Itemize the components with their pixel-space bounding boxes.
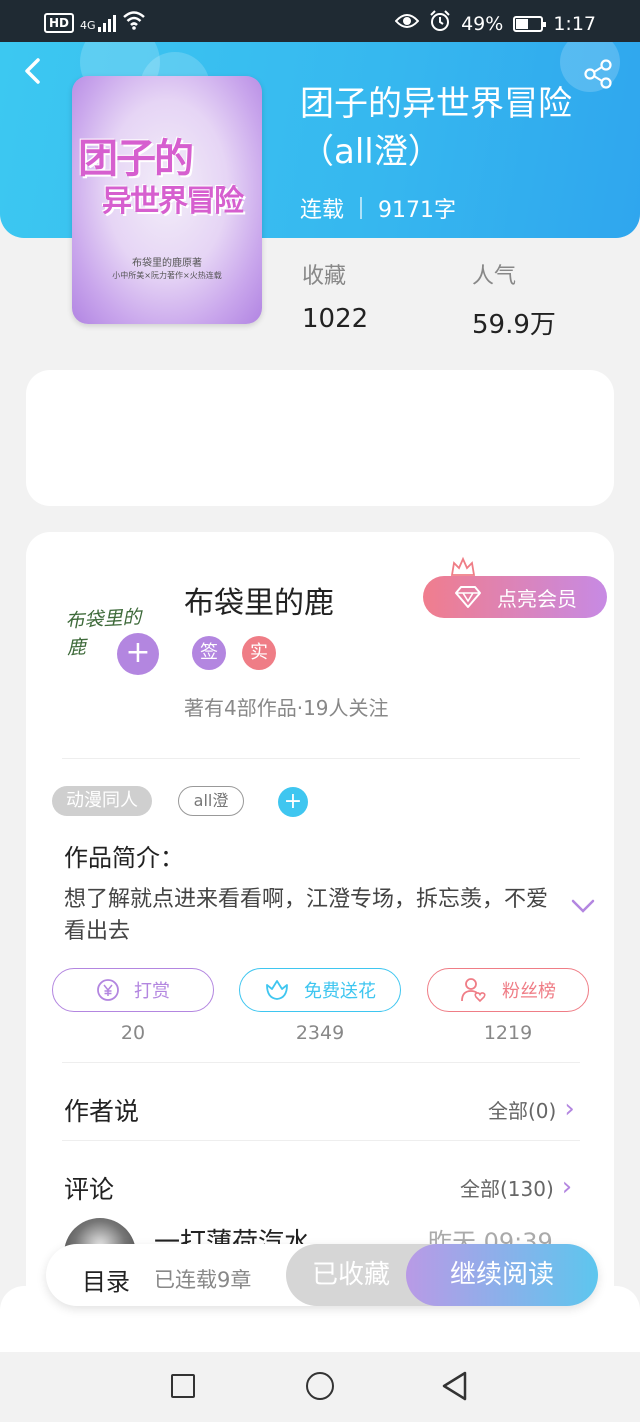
comments-label: 评论 bbox=[64, 1175, 115, 1204]
fan-count: 1219 bbox=[483, 1022, 533, 1044]
back-triangle-icon[interactable] bbox=[440, 1370, 470, 1402]
fan-ranking-button[interactable]: 粉丝榜 bbox=[427, 968, 589, 1012]
intro-text: 想了解就点进来看看啊，江澄专场，拆忘羡，不爱看出去 bbox=[64, 887, 549, 944]
book-meta: 连载 9171字 bbox=[300, 192, 456, 224]
flower-count: 2349 bbox=[295, 1022, 345, 1044]
vip-button-label: 点亮会员 bbox=[497, 586, 577, 611]
signal-icon: 4G bbox=[80, 14, 116, 32]
expand-intro-icon[interactable] bbox=[570, 898, 596, 914]
send-flower-button[interactable]: 免费送花 bbox=[239, 968, 401, 1012]
status-bar: HD 4G 49% 1:17 bbox=[0, 0, 640, 42]
popularity-value: 59.9万 bbox=[472, 310, 556, 340]
popularity-label: 人气 bbox=[472, 264, 517, 289]
favorites-label: 收藏 bbox=[302, 264, 347, 289]
recent-apps-icon[interactable] bbox=[171, 1374, 195, 1398]
chevron-right-icon: › bbox=[561, 1172, 573, 1202]
diamond-icon bbox=[455, 586, 481, 608]
cover-subtitle-line1: 布袋里的鹿原著 bbox=[132, 258, 202, 269]
tip-count: 20 bbox=[120, 1022, 146, 1044]
signed-badge: 签 bbox=[192, 636, 226, 670]
hd-badge: HD bbox=[44, 12, 75, 33]
signal-type: 4G bbox=[80, 18, 96, 32]
divider bbox=[62, 1140, 580, 1141]
battery-icon bbox=[513, 15, 547, 32]
comments-all-label: 全部(130) bbox=[460, 1176, 554, 1201]
book-word-count: 9171字 bbox=[378, 198, 457, 223]
chevron-left-icon bbox=[25, 58, 40, 84]
book-title: 团子的异世界冒险（all澄） bbox=[300, 84, 572, 172]
yuan-coin-icon bbox=[97, 979, 119, 1001]
vip-button[interactable]: 点亮会员 bbox=[423, 576, 607, 618]
battery-percent: 49% bbox=[461, 12, 504, 35]
intro-label: 作品简介： bbox=[64, 844, 184, 872]
favorites-stat: 收藏 1022 bbox=[302, 258, 368, 334]
author-name[interactable]: 布袋里的鹿 bbox=[184, 578, 334, 622]
clock-time: 1:17 bbox=[553, 12, 596, 35]
eye-icon bbox=[394, 12, 420, 35]
book-cover[interactable]: 团子的 异世界冒险 布袋里的鹿原著 小中所美×阮力著作×火热连载 bbox=[72, 76, 262, 324]
home-icon[interactable] bbox=[306, 1372, 334, 1400]
wifi-icon bbox=[122, 10, 146, 35]
comments-all-link[interactable]: 全部(130) › bbox=[460, 1172, 572, 1202]
cover-title-line2: 异世界冒险 bbox=[102, 184, 244, 219]
meta-divider bbox=[360, 197, 363, 219]
popularity-stat: 人气 59.9万 bbox=[472, 258, 556, 341]
flower-icon bbox=[266, 980, 288, 1000]
add-tag-button[interactable]: + bbox=[278, 787, 308, 817]
empty-card bbox=[26, 370, 614, 506]
author-says-all-link[interactable]: 全部(0) › bbox=[488, 1094, 575, 1124]
follow-author-button[interactable]: + bbox=[117, 633, 159, 675]
send-flower-label: 免费送花 bbox=[304, 981, 376, 1002]
chapter-count: 已连载9章 bbox=[154, 1268, 252, 1292]
alarm-icon bbox=[429, 10, 451, 37]
fan-ranking-label: 粉丝榜 bbox=[502, 981, 556, 1002]
crown-icon bbox=[450, 556, 476, 576]
tip-button-label: 打赏 bbox=[134, 981, 170, 1002]
divider bbox=[62, 758, 580, 759]
content-tag[interactable]: all澄 bbox=[178, 786, 244, 816]
back-button[interactable] bbox=[22, 56, 50, 88]
verified-badge: 实 bbox=[242, 636, 276, 670]
tip-button[interactable]: 打赏 bbox=[52, 968, 214, 1012]
continue-reading-button[interactable]: 继续阅读 bbox=[406, 1244, 598, 1306]
cover-subtitle-line2: 小中所美×阮力著作×火热连载 bbox=[112, 271, 222, 280]
category-tag[interactable]: 动漫同人 bbox=[52, 786, 152, 816]
divider bbox=[62, 1062, 580, 1063]
fan-heart-icon bbox=[461, 978, 486, 1003]
favorites-value: 1022 bbox=[302, 304, 369, 334]
toc-button[interactable]: 目录 bbox=[82, 1262, 130, 1297]
author-stats: 著有4部作品·19人关注 bbox=[184, 696, 389, 720]
author-says-label: 作者说 bbox=[64, 1097, 140, 1126]
author-says-all-label: 全部(0) bbox=[488, 1098, 557, 1123]
book-status: 连载 bbox=[300, 198, 345, 223]
chevron-right-icon: › bbox=[564, 1094, 575, 1124]
